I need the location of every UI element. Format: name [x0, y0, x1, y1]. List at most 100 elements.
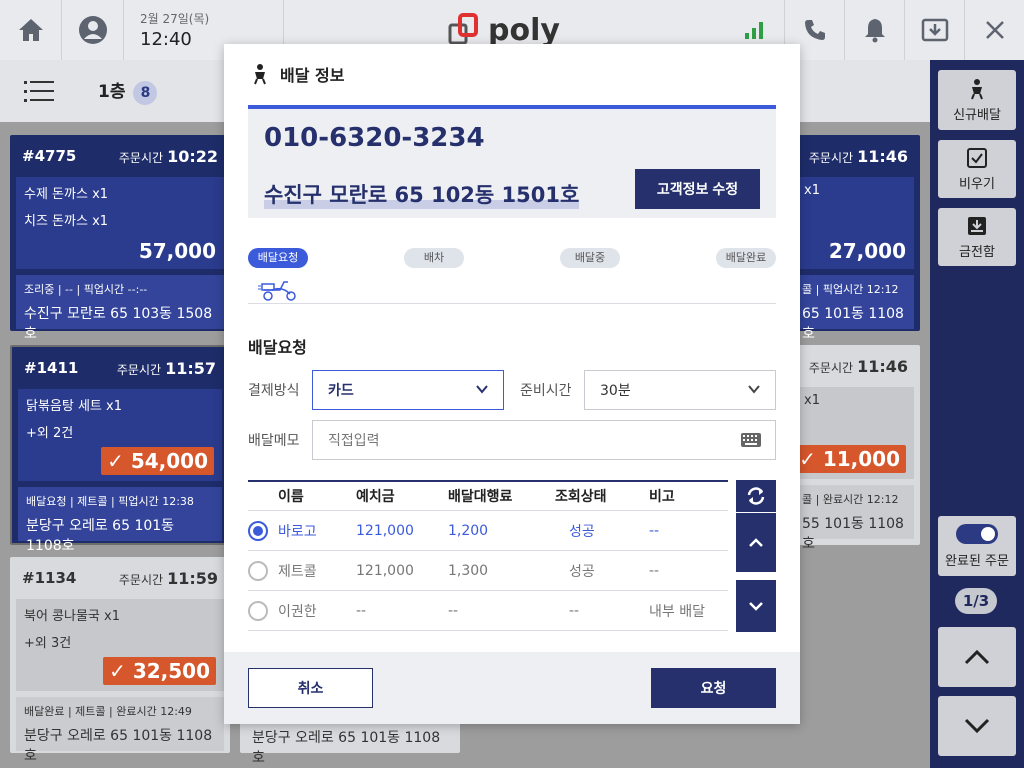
order-price: 27,000: [828, 239, 906, 263]
order-number: #1134: [22, 569, 77, 587]
order-card[interactable]: #1411 주문시간 11:57 닭볶음탕 세트 x1 +외 2건 ✓ 54,000 배…: [10, 345, 230, 554]
order-item: 치즈 돈까스 x1: [24, 214, 109, 229]
order-card[interactable]: #4775 주문시간 10:22 수제 돈까스 x1 치즈 돈까스 x1 57,000 …: [10, 135, 230, 342]
close-icon: [985, 21, 1004, 39]
dialog-header: 배달 정보: [250, 62, 344, 86]
cancel-button[interactable]: 취소: [248, 668, 373, 708]
request-button[interactable]: 요청: [651, 668, 776, 708]
table-row[interactable]: 제트콜 121,000 1,300 성공 --: [248, 551, 728, 591]
agency-status: --: [569, 602, 580, 619]
col-fee: 배달대행료: [448, 489, 513, 505]
agency-deposit: 121,000: [356, 522, 414, 539]
signal-icon: [745, 22, 763, 39]
agency-radio[interactable]: [248, 560, 268, 581]
order-time: 주문시간 10:22: [118, 146, 218, 166]
home-button[interactable]: [0, 0, 62, 60]
dialog-title: 배달 정보: [280, 66, 345, 85]
order-price: 57,000: [138, 239, 216, 263]
cash-drawer-button[interactable]: 금전함: [938, 208, 1016, 266]
close-button[interactable]: [964, 0, 1024, 60]
notification-button[interactable]: [844, 0, 904, 60]
col-deposit: 예치금: [356, 489, 395, 505]
order-status: 콜 | 완료시간 12:12: [802, 493, 899, 506]
bell-icon: [864, 19, 885, 43]
table-row[interactable]: 이권한 -- -- -- 내부 배달: [248, 591, 728, 631]
order-time: 주문시간 11:57: [116, 358, 216, 378]
order-item: +외 3건: [24, 636, 72, 651]
order-item: 북어 콩나물국 x1: [24, 609, 120, 624]
order-address: 65 101동 1108호: [802, 306, 904, 342]
step-in-delivery: 배달중: [560, 248, 620, 268]
scroll-down-button[interactable]: [736, 580, 776, 632]
payment-method-select[interactable]: 카드: [312, 370, 504, 410]
agency-name: 제트콜: [278, 563, 317, 580]
chevron-down-icon: [476, 385, 488, 394]
page-up-button[interactable]: [938, 627, 1016, 687]
agency-status: 성공: [569, 563, 595, 580]
order-status: 배달완료 | 제트콜 | 완료시간 12:49: [24, 705, 192, 718]
toggle-switch[interactable]: [956, 523, 998, 544]
table-row[interactable]: 바로고 121,000 1,200 성공 --: [248, 511, 728, 551]
scroll-up-button[interactable]: [736, 512, 776, 572]
col-note: 비고: [649, 489, 675, 505]
chevron-up-icon: [964, 649, 990, 665]
logo-text: poly: [488, 12, 560, 48]
floor-count-badge: 8: [133, 81, 158, 105]
home-icon: [18, 19, 43, 41]
chevron-down-icon: [964, 718, 990, 734]
delivery-agency-table: 이름 예치금 배달대행료 조회상태 비고 바로고 121,000 1,200 성…: [248, 480, 728, 631]
cash-drawer-icon: [968, 216, 986, 235]
download-button[interactable]: [904, 0, 964, 60]
agency-note: --: [649, 522, 660, 539]
order-status: 배달요청 | 제트콜 | 픽업시간 12:38: [26, 495, 194, 508]
keyboard-icon[interactable]: [741, 433, 761, 447]
order-item: +외 2건: [26, 426, 74, 441]
profile-button[interactable]: [62, 0, 124, 60]
download-tray-icon: [921, 18, 948, 42]
floor-tab[interactable]: 1층 8: [98, 77, 158, 105]
section-title: 배달요청: [248, 338, 307, 357]
customer-address: 수진구 모란로 65 102동 1501호: [264, 179, 580, 209]
delivery-person-icon: [971, 78, 983, 99]
page-down-button[interactable]: [938, 696, 1016, 756]
new-delivery-button[interactable]: 신규배달: [938, 70, 1016, 130]
prep-time-select[interactable]: 30분: [584, 370, 776, 410]
order-status: 조리중 | -- | 픽업시간 --:--: [24, 283, 148, 296]
table-header: 이름 예치금 배달대행료 조회상태 비고: [248, 480, 728, 511]
order-card[interactable]: #1134 주문시간 11:59 북어 콩나물국 x1 +외 3건 ✓ 32,500 배…: [10, 557, 230, 764]
edit-customer-button[interactable]: 고객정보 수정: [635, 169, 760, 209]
order-item: 수제 돈까스 x1: [24, 187, 109, 202]
chevron-up-icon: [749, 537, 763, 547]
logo-mark-icon: [448, 13, 479, 45]
order-price: ✓ 11,000: [793, 445, 906, 473]
col-name: 이름: [278, 489, 304, 505]
agency-note: --: [649, 562, 660, 579]
order-price: ✓ 54,000: [101, 447, 214, 475]
delivery-memo-input[interactable]: 직접입력: [312, 420, 776, 460]
user-icon: [78, 16, 107, 44]
dialog-footer: 취소 요청: [224, 652, 800, 724]
scooter-icon: [258, 281, 296, 301]
refresh-icon: [747, 487, 765, 505]
delivery-person-icon: [254, 64, 266, 85]
cash-drawer-label: 금전함: [959, 244, 995, 260]
refresh-button[interactable]: [736, 480, 776, 512]
customer-info-panel: 010-6320-3234 수진구 모란로 65 102동 1501호 고객정보…: [248, 105, 776, 218]
order-address: 수진구 모란로 65 103동 1508호: [24, 306, 213, 342]
prep-time-value: 30분: [600, 383, 631, 399]
step-delivery-request: 배달요청: [248, 248, 308, 268]
clear-button[interactable]: 비우기: [938, 140, 1016, 198]
floor-label: 1층: [98, 82, 126, 102]
prep-time-label: 준비시간: [520, 383, 572, 399]
step-delivered: 배달완료: [716, 248, 776, 268]
agency-radio[interactable]: [248, 520, 268, 541]
phone-icon: [804, 20, 825, 40]
menu-icon[interactable]: [24, 80, 54, 102]
completed-orders-label: 완료된 주문: [945, 553, 1009, 569]
customer-phone: 010-6320-3234: [264, 123, 485, 153]
agency-status: 성공: [569, 523, 595, 540]
memo-placeholder: 직접입력: [328, 433, 380, 449]
agency-radio[interactable]: [248, 600, 268, 621]
completed-orders-toggle[interactable]: 완료된 주문: [938, 516, 1016, 576]
order-address: 55 101동 1108호: [802, 516, 904, 552]
